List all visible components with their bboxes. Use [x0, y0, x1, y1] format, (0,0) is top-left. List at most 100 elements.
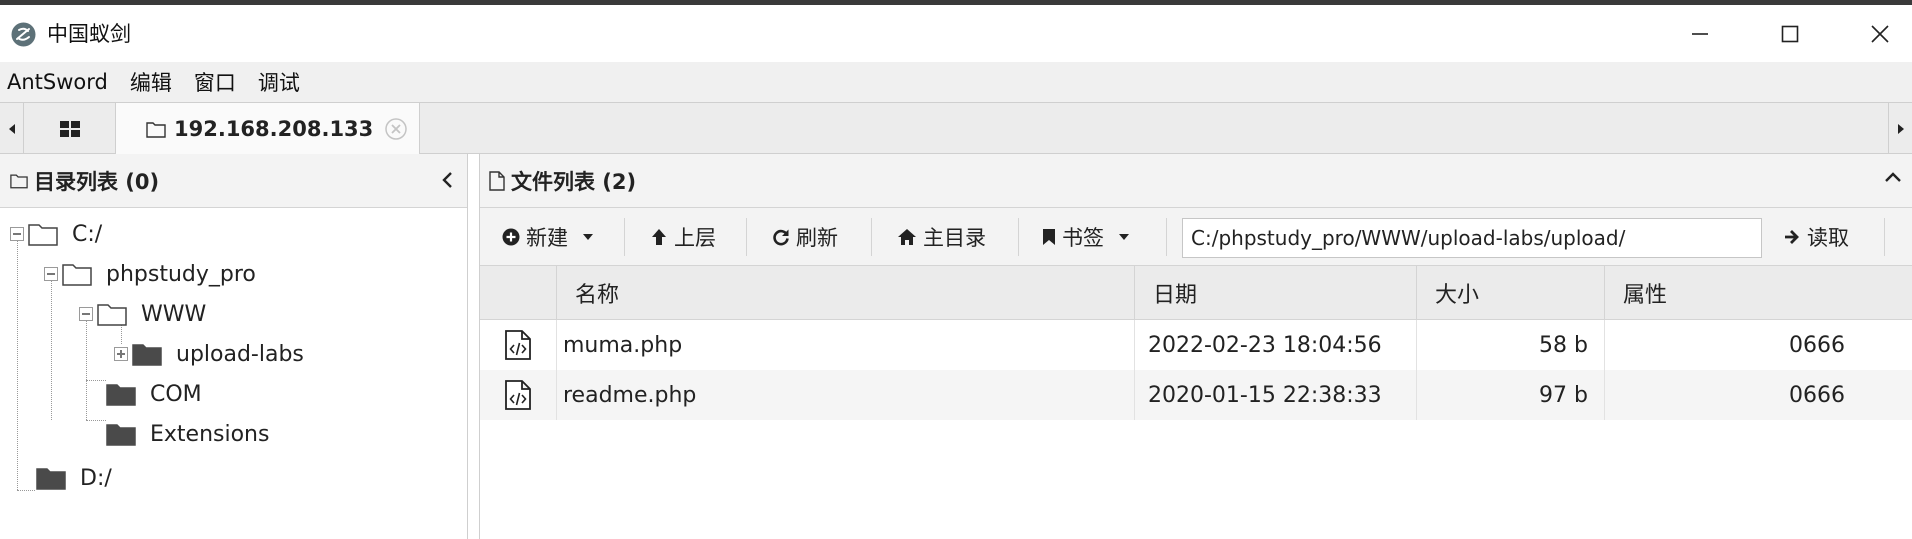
bookmark-button[interactable]: 书签: [1042, 208, 1130, 266]
tree-node-label: COM: [150, 381, 202, 407]
tab-connection[interactable]: 192.168.208.133: [116, 103, 420, 155]
caret-left-icon: [8, 124, 15, 134]
directory-panel: 目录列表 (0) C:/ phpstudy_pro WWW upload-lab…: [0, 154, 468, 539]
file-name: muma.php: [563, 332, 683, 358]
column-header-attr[interactable]: 属性: [1604, 266, 1912, 320]
directory-tree: C:/ phpstudy_pro WWW upload-labs COM Ext…: [0, 208, 467, 539]
php-file-icon: [480, 320, 556, 370]
close-button[interactable]: [1835, 5, 1912, 62]
caret-right-icon: [1897, 124, 1904, 134]
tree-node-label: Extensions: [150, 421, 270, 447]
tree-connector: [17, 240, 18, 490]
toolbar-separator: [871, 218, 872, 256]
column-divider: [1134, 370, 1135, 420]
file-row[interactable]: readme.php 2020-01-15 22:38:33 97 b 0666: [480, 370, 1912, 420]
toolbar-separator: [1166, 218, 1167, 256]
column-divider: [556, 320, 557, 370]
antsword-logo-icon: [11, 22, 36, 47]
menu-antsword[interactable]: AntSword: [7, 70, 108, 94]
arrow-right-icon: [1785, 230, 1799, 244]
file-attr: 0666: [1789, 382, 1845, 408]
tree-node-d-drive[interactable]: D:/: [36, 458, 112, 498]
menu-window[interactable]: 窗口: [194, 67, 236, 97]
home-dir-button[interactable]: 主目录: [897, 208, 986, 266]
tree-node-label: upload-labs: [176, 341, 304, 367]
tree-collapse-toggle[interactable]: [79, 307, 93, 321]
maximize-icon: [1781, 25, 1799, 42]
tree-node-label: D:/: [80, 465, 112, 491]
file-grid-header: 名称 日期 大小 属性: [480, 266, 1912, 320]
parent-dir-button[interactable]: 上层: [650, 208, 716, 266]
tab-close-icon[interactable]: [384, 117, 408, 141]
read-path-button[interactable]: 读取: [1783, 208, 1849, 266]
refresh-icon: [773, 229, 789, 246]
minimize-button[interactable]: [1655, 5, 1745, 62]
tab-scroll-right-button[interactable]: [1888, 103, 1912, 155]
directory-panel-header: 目录列表 (0): [0, 154, 467, 208]
column-divider: [1134, 320, 1135, 370]
home-icon: [898, 229, 916, 245]
folder-filled-icon: [106, 384, 136, 406]
toolbar-separator: [624, 218, 625, 256]
minimize-icon: [1692, 32, 1708, 35]
tree-node-c-drive[interactable]: C:/: [10, 214, 102, 254]
folder-outline-icon: [28, 224, 58, 246]
file-size: 58 b: [1539, 332, 1588, 358]
grid-icon: [59, 121, 80, 137]
file-outline-icon: [489, 170, 505, 191]
menu-debug[interactable]: 调试: [258, 67, 300, 97]
file-size: 97 b: [1539, 382, 1588, 408]
folder-outline-icon: [146, 121, 166, 138]
tree-expand-toggle[interactable]: [114, 347, 128, 361]
plus-circle-icon: [502, 228, 520, 246]
caret-down-icon: [1119, 234, 1129, 240]
file-date: 2020-01-15 22:38:33: [1148, 382, 1382, 408]
column-divider: [556, 370, 557, 420]
bookmark-icon: [1043, 229, 1055, 245]
window-title: 中国蚁剑: [47, 22, 131, 46]
maximize-button[interactable]: [1745, 5, 1835, 62]
tree-node-label: phpstudy_pro: [106, 261, 256, 287]
tree-node-phpstudy-pro[interactable]: phpstudy_pro: [44, 254, 256, 294]
tree-connector: [51, 280, 52, 420]
new-button[interactable]: 新建: [502, 208, 594, 266]
column-header-size[interactable]: 大小: [1416, 266, 1604, 320]
tree-node-label: WWW: [141, 301, 207, 327]
toolbar-separator: [746, 218, 747, 256]
php-file-icon: [480, 370, 556, 420]
file-row[interactable]: muma.php 2022-02-23 18:04:56 58 b 0666: [480, 320, 1912, 370]
tab-bar: 192.168.208.133: [0, 102, 1912, 155]
title-bar: 中国蚁剑: [0, 5, 1912, 62]
toolbar-separator: [1884, 218, 1885, 256]
path-input[interactable]: [1182, 218, 1762, 258]
collapse-panel-icon[interactable]: [441, 171, 453, 189]
tab-home-grid[interactable]: [24, 103, 116, 155]
column-header-name[interactable]: 名称: [556, 266, 1134, 320]
refresh-button[interactable]: 刷新: [772, 208, 838, 266]
file-panel-header: 文件列表 (2): [480, 154, 1912, 208]
close-icon: [1871, 24, 1889, 43]
file-attr: 0666: [1789, 332, 1845, 358]
tree-connector: [86, 380, 106, 381]
tree-connector: [86, 320, 87, 420]
tree-node-www[interactable]: WWW: [79, 294, 206, 334]
tree-collapse-toggle[interactable]: [10, 227, 24, 241]
tab-scroll-left-button[interactable]: [0, 103, 24, 155]
tree-node-com[interactable]: COM: [106, 374, 202, 414]
tree-connector: [17, 490, 35, 491]
file-toolbar: 新建 上层 刷新 主目录 书签 读取: [480, 208, 1912, 266]
tree-collapse-toggle[interactable]: [44, 267, 58, 281]
folder-filled-icon: [106, 424, 136, 446]
menu-bar: AntSword 编辑 窗口 调试: [0, 62, 1912, 102]
menu-edit[interactable]: 编辑: [130, 67, 172, 97]
caret-down-icon: [583, 234, 593, 240]
tree-node-upload-labs[interactable]: upload-labs: [114, 334, 304, 374]
folder-outline-icon: [97, 304, 127, 326]
tree-node-extensions[interactable]: Extensions: [106, 414, 269, 454]
file-name: readme.php: [563, 382, 697, 408]
column-header-date[interactable]: 日期: [1134, 266, 1416, 320]
arrow-up-icon: [652, 229, 666, 245]
file-date: 2022-02-23 18:04:56: [1148, 332, 1382, 358]
chevron-up-icon[interactable]: [1884, 171, 1902, 183]
folder-outline-icon: [10, 174, 28, 188]
